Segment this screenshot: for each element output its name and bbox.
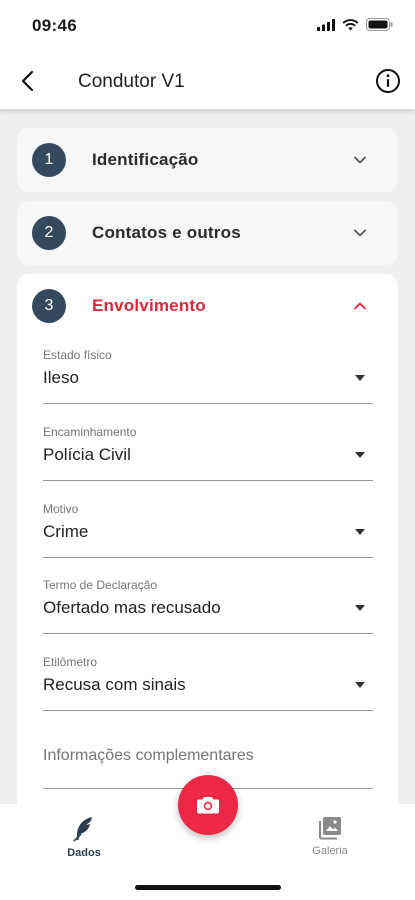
field-value: Crime xyxy=(43,522,89,541)
step-title: Contatos e outros xyxy=(92,223,241,242)
gallery-icon xyxy=(319,817,341,840)
chevron-up-icon[interactable] xyxy=(352,298,368,314)
step-title[interactable]: Envolvimento xyxy=(92,296,206,316)
page-title: Condutor V1 xyxy=(78,71,185,92)
step-number-badge: 1 xyxy=(32,143,66,177)
status-bar: 09:46 xyxy=(0,0,415,52)
field-value: Ofertado mas recusado xyxy=(43,598,221,617)
field-value: Polícia Civil xyxy=(43,445,131,464)
step-identificacao[interactable]: 1 Identificação xyxy=(17,128,398,192)
step-contatos[interactable]: 2 Contatos e outros xyxy=(17,201,398,265)
dropdown-arrow-icon xyxy=(355,375,365,381)
chevron-down-icon xyxy=(354,229,366,237)
nav-dados[interactable]: Dados xyxy=(54,816,114,859)
app-header: Condutor V1 xyxy=(0,52,415,110)
feather-icon xyxy=(73,817,92,842)
encaminhamento-select[interactable]: Encaminhamento Polícia Civil xyxy=(43,425,373,481)
nav-label: Dados xyxy=(67,847,101,859)
camera-button[interactable] xyxy=(178,775,238,835)
field-label: Termo de Declaração xyxy=(43,578,158,592)
dropdown-arrow-icon xyxy=(355,682,365,688)
field-label: Motivo xyxy=(43,502,79,516)
field-value: Recusa com sinais xyxy=(43,675,186,694)
step-envolvimento: 3 Envolvimento Estado físico Ileso Encam… xyxy=(17,274,398,804)
signal-icon xyxy=(317,18,335,31)
field-value: Ileso xyxy=(43,368,79,387)
motivo-select[interactable]: Motivo Crime xyxy=(43,502,373,558)
home-indicator xyxy=(135,885,281,890)
battery-icon xyxy=(366,18,393,31)
nav-label: Galeria xyxy=(312,845,348,857)
dropdown-arrow-icon xyxy=(355,529,365,535)
step-title: Identificação xyxy=(92,150,199,169)
status-icons xyxy=(317,18,393,31)
step-number-badge: 2 xyxy=(32,216,66,250)
back-arrow-icon xyxy=(21,70,34,92)
form-content[interactable]: 1 Identificação 2 Contatos e outros 3 En… xyxy=(0,110,415,804)
field-label: Etilômetro xyxy=(43,655,98,669)
dropdown-arrow-icon xyxy=(355,605,365,611)
camera-icon xyxy=(197,797,219,814)
termo-declaracao-select[interactable]: Termo de Declaração Ofertado mas recusad… xyxy=(43,578,373,634)
info-icon[interactable] xyxy=(375,68,401,94)
wifi-icon xyxy=(342,18,359,30)
field-label: Encaminhamento xyxy=(43,425,137,439)
step-number-badge: 3 xyxy=(32,289,66,323)
etilometro-select[interactable]: Etilômetro Recusa com sinais xyxy=(43,655,373,711)
estado-fisico-select[interactable]: Estado físico Ileso xyxy=(43,348,373,404)
status-time: 09:46 xyxy=(32,16,77,35)
field-placeholder: Informações complementares xyxy=(43,747,254,764)
field-label: Estado físico xyxy=(43,348,112,362)
chevron-down-icon xyxy=(354,156,366,164)
dropdown-arrow-icon xyxy=(355,452,365,458)
back-button[interactable] xyxy=(10,64,44,98)
nav-galeria[interactable]: Galeria xyxy=(300,816,360,857)
